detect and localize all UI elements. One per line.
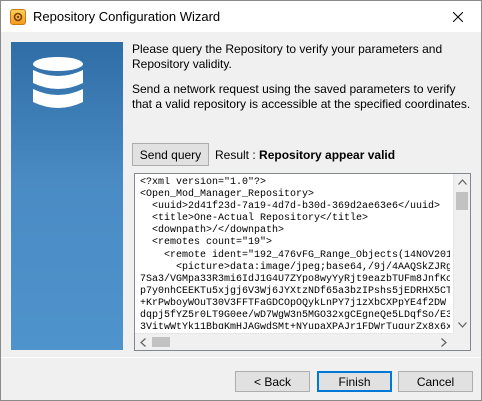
intro-text: Please query the Repository to verify yo… — [132, 42, 443, 71]
scroll-left-icon[interactable] — [140, 338, 146, 347]
footer-separator — [1, 357, 481, 358]
xml-response-text: <?xml version="1.0"?> <Open_Mod_Manager_… — [140, 177, 450, 329]
scroll-right-icon[interactable] — [441, 338, 447, 347]
vertical-scrollbar[interactable] — [453, 174, 470, 334]
wizard-window: Repository Configuration Wizard Please q… — [0, 0, 482, 401]
app-icon — [10, 9, 26, 25]
send-query-button[interactable]: Send query — [132, 143, 209, 166]
finish-button[interactable]: Finish — [317, 371, 392, 392]
intro-text-2: Send a network request using the saved p… — [132, 82, 471, 111]
horizontal-scroll-thumb[interactable] — [152, 337, 170, 347]
close-button[interactable] — [435, 1, 481, 32]
wizard-content: Please query the Repository to verify yo… — [1, 32, 481, 352]
scrollbar-corner — [453, 333, 470, 350]
result-prefix: Result : — [215, 148, 256, 162]
vertical-scroll-thumb[interactable] — [456, 192, 468, 210]
close-icon — [453, 11, 463, 22]
window-title: Repository Configuration Wizard — [33, 9, 221, 24]
database-icon — [33, 57, 83, 108]
horizontal-scrollbar[interactable] — [135, 333, 454, 350]
side-banner — [11, 42, 123, 350]
scroll-up-icon[interactable] — [458, 179, 467, 185]
xml-response-textarea[interactable]: <?xml version="1.0"?> <Open_Mod_Manager_… — [134, 173, 471, 351]
back-button[interactable]: < Back — [235, 371, 310, 392]
scroll-down-icon[interactable] — [458, 322, 467, 328]
title-bar: Repository Configuration Wizard — [1, 1, 481, 32]
result-label: Result : Repository appear valid — [215, 148, 395, 162]
result-value: Repository appear valid — [259, 148, 396, 162]
cancel-button[interactable]: Cancel — [398, 371, 473, 392]
